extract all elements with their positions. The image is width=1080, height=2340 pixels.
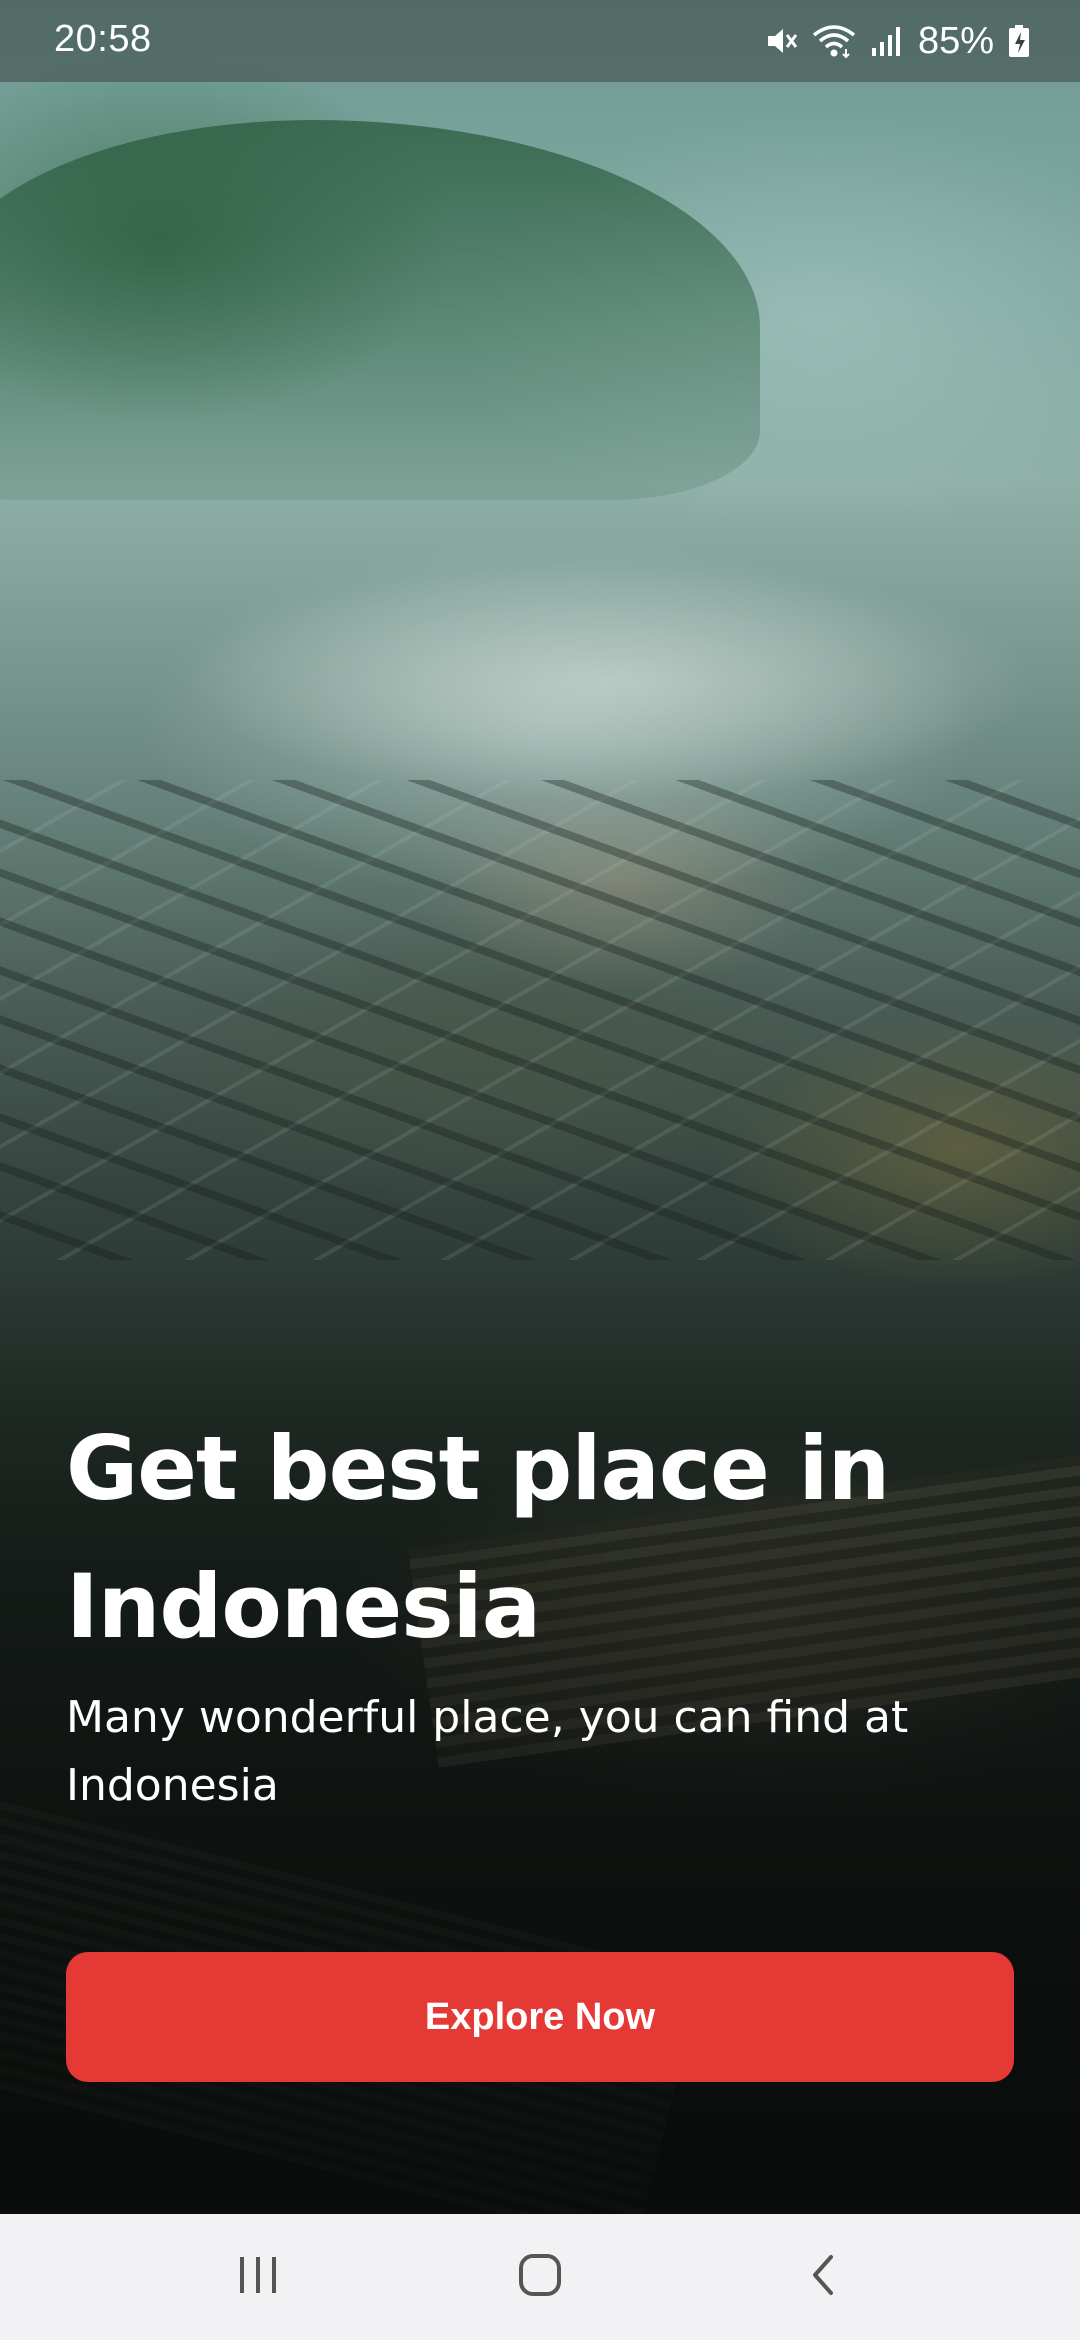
page-title: Get best place in Indonesia	[66, 1417, 890, 1658]
page-subtitle: Many wonderful place, you can find at In…	[66, 1692, 909, 1811]
battery-charging-icon	[1008, 24, 1030, 58]
system-navigation-bar	[0, 2214, 1080, 2340]
onboarding-screen: 20:58 85% Get best place in Indonesia Ma…	[0, 0, 1080, 2340]
explore-now-button[interactable]: Explore Now	[66, 1952, 1014, 2082]
recent-apps-button[interactable]	[198, 2240, 318, 2314]
status-bar: 20:58 85%	[0, 0, 1080, 82]
home-button[interactable]	[480, 2240, 600, 2314]
home-icon	[518, 2253, 562, 2301]
back-button[interactable]	[762, 2240, 882, 2314]
battery-percent: 85%	[917, 19, 994, 62]
wifi-icon	[812, 23, 856, 59]
status-icons: 85%	[764, 16, 1030, 66]
signal-icon	[870, 24, 904, 58]
back-icon	[807, 2253, 837, 2301]
mute-icon	[764, 24, 798, 58]
background-landscape-image	[0, 0, 1080, 2248]
recent-apps-icon	[236, 2255, 280, 2299]
status-time: 20:58	[54, 18, 152, 60]
